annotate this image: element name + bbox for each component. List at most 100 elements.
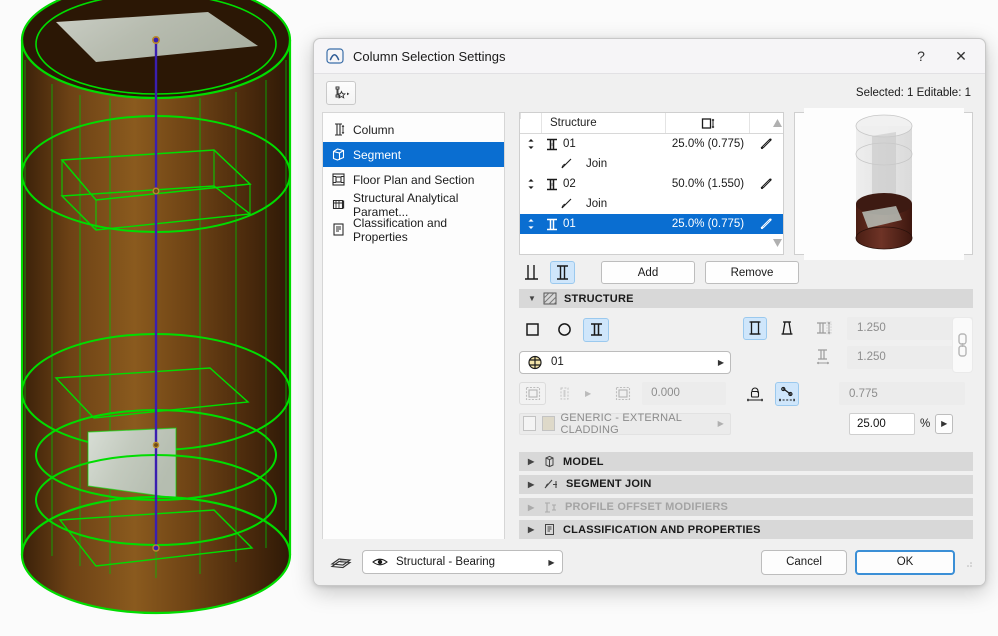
row-structure: 01 [542,138,666,151]
ok-button[interactable]: OK [855,549,955,575]
segment-list-header: Structure [520,113,783,134]
section-label: PROFILE OFFSET MODIFIERS [565,501,729,514]
length-field[interactable]: 0.775 [839,382,965,406]
segment-list-scrollbar[interactable] [770,112,784,255]
dialog-footer: Structural - Bearing ▶ Cancel OK [314,539,985,585]
row-name: 01 [563,138,576,150]
profiled-segment-icon [547,178,557,190]
veneer-chevron-icon[interactable]: ▶ [585,389,591,398]
cancel-button[interactable]: Cancel [761,549,847,575]
percent-length-icon [779,386,795,402]
veneer-thickness-button[interactable] [609,382,636,405]
row-drag-handle[interactable] [520,138,542,150]
sidebar-item-label: Classification and Properties [353,215,448,244]
dialog-titlebar[interactable]: Column Selection Settings ? ✕ [314,39,985,74]
help-button[interactable]: ? [901,39,941,73]
table-row[interactable]: Join [520,154,783,174]
segment-toolbar: Add Remove [519,255,973,285]
archicad-logo-icon [326,47,344,65]
segment-join-icon [544,479,557,489]
material-swatch-2 [541,416,555,432]
profile-swatch-icon [528,355,542,369]
table-row[interactable]: 01 25.0% (0.775) [520,214,783,234]
taper-and-width-row: 1.250 [743,316,973,340]
row-join: Join [542,158,666,170]
segment-list[interactable]: Structure 01 25.0% (0.775) Join 02 50.0%… [519,112,784,255]
join-angle-icon [561,158,572,169]
length-mode-row: 0.775 [743,381,973,406]
eye-icon [372,558,388,566]
tapered-column-button[interactable] [775,317,799,340]
fixed-length-button[interactable] [743,382,767,406]
veneer-thickness-icon [615,386,630,400]
veneer-button[interactable] [552,382,579,405]
rectangular-shape-icon [525,323,539,337]
dialog-title: Column Selection Settings [353,48,506,64]
sidebar-item-segment[interactable]: Segment [323,142,504,167]
remove-button[interactable]: Remove [705,261,799,285]
sidebar-item-label: Segment [353,147,402,162]
row-height: 25.0% (0.775) [671,218,745,230]
sidebar-item-label: Column [353,122,395,137]
close-button[interactable]: ✕ [941,39,981,73]
profile-value: 01 [551,356,564,369]
percent-input[interactable]: 25.00 [849,412,915,435]
scroll-down-icon[interactable] [772,239,782,247]
structural-analytical-icon [331,197,346,212]
add-button[interactable]: Add [601,261,695,285]
profiled-column-toggle[interactable] [550,261,575,285]
column-selection-settings-dialog: Column Selection Settings ? ✕ Selected: … [313,38,986,586]
scroll-up-icon[interactable] [772,119,782,127]
chevron-right-icon: ▶ [528,525,535,535]
sidebar-item-label: Floor Plan and Section [353,172,475,187]
veneer-thickness-field[interactable]: 0.000 [642,381,727,405]
section-label: MODEL [563,455,604,468]
row-name: 02 [563,178,576,190]
section-header-classification-and-properties[interactable]: ▶ CLASSIFICATION AND PROPERTIES [519,520,973,539]
percent-length-button[interactable] [775,381,799,406]
favorites-button[interactable] [326,81,356,105]
veneer-row: ▶ 0.000 [519,381,731,405]
layer-select[interactable]: Structural - Bearing ▶ [362,550,563,574]
chevron-right-icon: ▶ [717,419,725,429]
section-label: STRUCTURE [564,292,634,305]
profiled-shape-icon [590,323,602,337]
sidebar-item-floor-plan-and-section[interactable]: Floor Plan and Section [323,167,504,192]
table-row[interactable]: Join [520,194,783,214]
straight-column-button[interactable] [743,316,767,340]
list-header-structure: Structure [542,113,666,133]
link-dimensions-button[interactable] [952,316,973,373]
percent-symbol: % [920,417,931,430]
fixed-length-lock-icon [747,387,763,402]
table-row[interactable]: 02 50.0% (1.550) [520,174,783,194]
chevron-right-icon: ▶ [528,502,535,512]
section-header-profile-offset-modifiers: ▶ PROFILE OFFSET MODIFIERS [519,497,973,517]
material-select[interactable]: GENERIC - EXTERNAL CLADDING ▶ [519,412,731,436]
row-drag-handle[interactable] [520,218,542,230]
chevron-right-icon: ▶ [717,357,724,367]
circular-shape-button[interactable] [551,318,577,342]
section-header-model[interactable]: ▶ MODEL [519,452,973,472]
sidebar-item-column[interactable]: Column [323,117,504,142]
core-skin-icon [525,386,540,400]
row-structure: 01 [542,218,666,231]
simple-column-toggle[interactable] [519,261,544,284]
section-label: CLASSIFICATION AND PROPERTIES [563,523,761,536]
floor-plan-icon [331,172,346,187]
row-height: 50.0% (1.550) [671,178,745,190]
percent-stepper[interactable]: ▶ [935,413,954,434]
core-skin-button[interactable] [519,381,546,405]
profiled-shape-button[interactable] [583,317,609,342]
sidebar-item-structural-analytical-parameters[interactable]: Structural Analytical Paramet... [323,191,504,219]
profile-select[interactable]: 01 ▶ [519,350,731,374]
row-drag-handle[interactable] [520,178,542,190]
sidebar-item-classification-and-properties[interactable]: Classification and Properties [323,215,504,244]
section-header-segment-join[interactable]: ▶ SEGMENT JOIN [519,475,973,494]
rectangular-shape-button[interactable] [519,318,545,342]
resize-grip[interactable] [963,557,973,567]
table-row[interactable]: 01 25.0% (0.775) [520,134,783,154]
section-header-structure[interactable]: ▼ STRUCTURE [519,289,973,308]
preview-panel[interactable] [794,107,973,260]
list-scrollbar[interactable] [520,113,534,119]
chevron-down-icon: ▼ [528,294,537,304]
